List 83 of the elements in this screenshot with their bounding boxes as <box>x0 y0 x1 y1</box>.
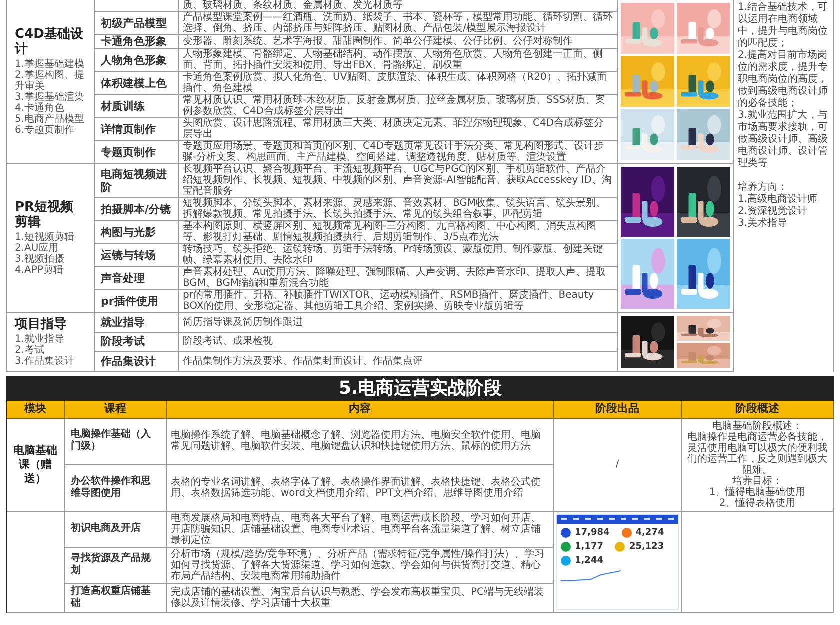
course-content: 分析市场（规模/趋势/竞争环境）、分析产品（需求特征/竞争属性/操作打法）、学习如何寻找货源、了解各大货源渠道、学习如何选款、学会如何与供货商打交道、精心布局产品结构、安装电商常用辅助插件 <box>171 548 546 582</box>
overview-text: 1.高级电商设计师 <box>738 194 819 206</box>
course-name: pr插件使用 <box>101 294 158 308</box>
overview-text: 1、懂得电脑基础使用 <box>709 486 806 498</box>
course-content: 常见材质认识、常用材质球-木纹材质、反射金属材质、拉丝金属材质、玻璃材质、SSS材质、案例参数欣赏、C4D合成标签分层导出 <box>183 95 607 117</box>
column-header: 内容 <box>349 401 371 417</box>
overview-text: 1.结合基础技术，可以运用在电商领域中，提升与电商岗位的匹配度； <box>738 2 829 50</box>
course-name: 初识电商及开店 <box>71 523 141 535</box>
overview-text: 电脑基础阶段概述： <box>712 420 802 432</box>
course-name: 构图与光影 <box>101 226 156 238</box>
column-header: 模块 <box>24 401 46 417</box>
course-content: 卡通角色案例欣赏、拟人化角色、UV贴图、皮肤渲染、体积生成、体积网格（R20）、拓扑减面插件、角色建模 <box>183 72 608 94</box>
course-name: 拍摄脚本/分镜 <box>101 202 172 216</box>
course-name: 卡通角色形象 <box>101 35 167 48</box>
course-name: 初级产品模型 <box>101 16 167 30</box>
module-title: 项目指导 <box>15 317 68 332</box>
module-point: 5.电商产品模型 <box>15 114 86 125</box>
course-name: 阶段考试 <box>101 335 145 348</box>
overview-text: 2、懂得表格使用 <box>719 498 796 508</box>
course-content: 人物形象建模、骨骼绑定、人物基础结构、动作摆放、人物角色欣赏、人物角色创建一正面、侧面、背面、拓扑插件安装和使用、导出FBX、骨骼绑定、刷权重 <box>183 49 604 71</box>
module-point: 3.作品集设计 <box>15 356 76 367</box>
course-content: pr的常用插件、升格、补帧插件TWIXTOR、运动模糊插件、RSMB插件、磨皮插件、Beauty BOX的使用、变形稳定器、其他剪辑工具介绍、案例实操、剪映专业版剪辑等 <box>183 290 596 312</box>
module-point: 1.就业指导 <box>15 334 66 345</box>
section-title-bar: 5.电商运营实战阶段 <box>7 377 834 401</box>
stat-value: 17,984 <box>575 528 610 538</box>
course-name: 打造高权重店铺基础 <box>71 586 152 610</box>
module-title: C4D基础设计 <box>15 27 84 57</box>
course-name: 详情页制作 <box>101 122 156 136</box>
output-text: / <box>616 458 620 472</box>
course-content: 表格的专业名词讲解、表格字体了解、表格操作界面讲解、表格快捷键、表格公式使用、表格数据筛选功能、word文档使用介绍、PPT文档介绍、思维导图使用介绍 <box>171 476 542 499</box>
module-point: 3.视频拍摄 <box>15 254 66 265</box>
course-name: 材质训练 <box>101 100 145 112</box>
overview-text: 培养方向： <box>738 182 789 194</box>
course-content: 变形器、雕刻系统、艺术字海报、甜甜圈制作、简单公仔建模、公仔比例、公仔对称制作 <box>183 36 573 47</box>
stat-value: 25,123 <box>629 542 664 552</box>
module-point: 1.掌握基础建模 <box>15 59 86 70</box>
course-content: 转场技巧、镜头拒绝、运镜转场、剪辑手法转场、Pr转场预设、蒙版使用、制作蒙版、创建关键帧、绿幕素材使用、去除水印 <box>183 244 604 266</box>
overview-text: 电脑操作是电商运营必备技能，灵活使用电脑可以极大的便利我们的运营工作，反之则遇到极大阻难。 <box>686 432 828 476</box>
module-point: 6.专题页制作 <box>15 125 76 136</box>
course-content: 完成店铺的基础设置、淘宝后台认识与熟悉、学会发布高权重宝贝、PC端与无线端装修以及详情装修、学习店铺十大权重 <box>171 586 546 608</box>
stat-value: 1,244 <box>575 556 604 566</box>
course-content: 基本构图原则、横竖屏区别、短视频常见构图-三分构图、九宫格构图、中心构图、消失点构图等、影视打灯基础、剧情短视频拍摄执行、后期剪辑制作、3/5点布光法 <box>183 221 598 243</box>
overview-text: 3.美术指导 <box>738 218 789 230</box>
course-name: 作品集设计 <box>101 355 156 368</box>
course-name: 运镜与转场 <box>101 248 156 262</box>
course-name: 电商短视频进阶 <box>101 168 168 194</box>
course-name: 声音处理 <box>101 272 145 284</box>
module-point: 1.短视频剪辑 <box>15 232 76 243</box>
course-name: 体积建模上色 <box>101 76 167 90</box>
course-name: 寻找货源及产品规划 <box>71 553 152 577</box>
module-title: 电脑基础课（赠送） <box>12 444 58 486</box>
course-name: 人物角色形象 <box>101 54 167 66</box>
column-header: 课程 <box>104 401 126 417</box>
module-point: 4.卡通角色 <box>15 103 65 114</box>
overview-text: 2.提高对目前市场岗位的需求度，提升专职电商岗位的高度，做到高级电商设计师的必备技能； <box>738 50 829 110</box>
course-content: 电脑操作系统了解、电脑基础概念了解、浏览器使用方法、电脑安全软件使用、电脑常见问题讲解、电脑软件安装、电脑键盘认识和快捷键使用方法、鼠标的使用方法 <box>171 430 542 452</box>
overview-text: 培养目标： <box>732 476 782 486</box>
course-content: 电商发展格局和电商特点、电商各大平台了解、电商运营成长阶段、学习如何开店、开店防骗知识、店铺基础设置、电商专业术语、电商平台各流量渠道了解、树立店铺最初定位 <box>171 512 542 546</box>
course-name: 电脑操作基础（入门级） <box>71 429 152 454</box>
course-name: 办公软件操作和思维导图使用 <box>71 476 152 500</box>
column-header: 阶段概述 <box>736 401 780 417</box>
course-content: 头图欣赏、设计思路流程、常用材质三大类、材质决定元素、菲涅尔物理现象、C4D合成标签分层导出 <box>183 118 606 140</box>
module-point: 2.考试 <box>15 345 46 356</box>
course-content: 产品模型课堂案例——红酒瓶、洗面奶、纸袋子、书本、瓷杯等，模型常用功能、循环切割、循环选择、倒角、挤压、内部挤压与矩阵挤压、贴图材质、产品包装/模型展示海报设计 <box>183 12 613 34</box>
overview-text: 2.资深视觉设计 <box>738 206 809 218</box>
course-name: 专题页制作 <box>101 146 156 158</box>
course-content: 简历指导课及简历制作跟进 <box>183 316 303 328</box>
course-content: 长视频平台认识、聚合视频平台、主流短视频平台、UGC与PGC的区别、手机剪辑软件、产品介绍短视频制作、长视频、短视频、中视频的区别、声音资源-AI智能配音、获取Accesskey ID、淘宝配音服务 <box>183 164 613 197</box>
stat-value: 4,274 <box>636 528 664 538</box>
overview-text: 3.就业范围扩大，与市场高要求接轨，可做高级设计师、高级电商设计师、设计管理类等 <box>738 110 829 170</box>
module-point: 2.掌握构图、提升审美 <box>15 70 86 92</box>
module-point: 3.掌握基础渲染 <box>15 92 86 103</box>
course-content: 短视频脚本、分镜头脚本、素材来源、灵感来源、音效素材、BGM收集、镜头语言、镜头景别、拆解爆款视频、常见拍摄手法、长镜头拍摄手法、常见的镜头组合叙事、匹配剪辑 <box>183 198 608 220</box>
course-content: 专题页应用场景、专题页和首页的区别、C4D专题页常见设计手法分类、常见构图形式、设计步骤-分析文案、构思画面、主产品建模、空间搭建、调整透视角度、贴材质等、渲染设置 <box>183 141 606 163</box>
stat-value: 1,177 <box>575 542 604 552</box>
module-title: PR短视频剪辑 <box>15 200 75 230</box>
module-point: 2.AU应用 <box>15 243 60 254</box>
column-header: 阶段出品 <box>596 401 640 417</box>
course-content: 作品集制作方法及要求、作品集封面设计、作品集点评 <box>183 356 423 368</box>
course-name: 就业指导 <box>101 316 145 329</box>
course-content: 阶段考试、成果检视 <box>183 336 273 348</box>
trend-line-drawing <box>561 570 621 582</box>
module-point: 4.APP剪辑 <box>15 265 64 276</box>
